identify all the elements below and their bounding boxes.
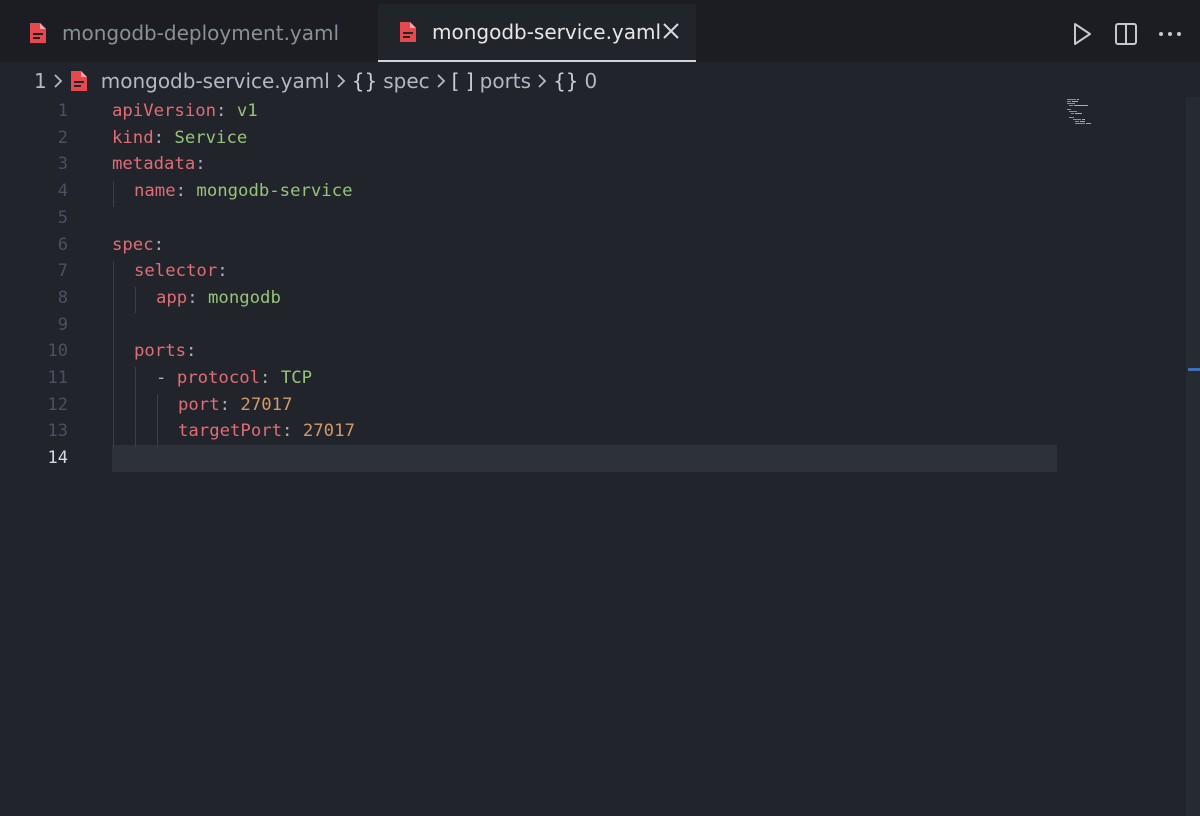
code-line: name: mongodb-service xyxy=(134,181,353,202)
indent-guide xyxy=(135,287,136,313)
breadcrumb-ports[interactable]: [ ] ports xyxy=(452,69,531,93)
indent-guide xyxy=(157,394,158,447)
breadcrumb-file-label: mongodb-service.yaml xyxy=(100,69,330,93)
code-line: port: 27017 xyxy=(178,394,293,415)
current-line-highlight xyxy=(112,445,1057,472)
line-number: 11 xyxy=(47,368,68,388)
minimap[interactable] xyxy=(1066,98,1106,138)
code-line: targetPort: 27017 xyxy=(178,421,355,442)
yaml-file-icon xyxy=(70,71,87,91)
yaml-file-icon xyxy=(30,23,46,43)
array-symbol-icon: [ ] xyxy=(451,69,474,93)
line-number: 3 xyxy=(57,154,68,175)
line-number-current: 14 xyxy=(47,448,68,469)
more-icon[interactable] xyxy=(1156,20,1184,48)
line-number: 13 xyxy=(47,421,68,442)
code-line: selector: xyxy=(134,261,228,282)
indent-guide xyxy=(113,261,114,447)
breadcrumb: 1 mongodb-service.yaml {} spec [ ] ports… xyxy=(34,66,597,96)
line-number: 2 xyxy=(57,127,68,148)
indent-guide xyxy=(113,181,114,207)
code-line: - protocol: TCP xyxy=(156,368,313,388)
code-line: spec: xyxy=(112,234,165,255)
indent-guide xyxy=(135,367,136,447)
breadcrumb-spec-label: spec xyxy=(383,69,430,93)
chevron-right-icon xyxy=(537,73,547,89)
editor-toolbar xyxy=(1068,18,1200,50)
tab-label: mongodb-deployment.yaml xyxy=(62,21,340,45)
tab-mongodb-deployment[interactable]: mongodb-deployment.yaml xyxy=(8,4,378,62)
play-icon[interactable] xyxy=(1068,20,1096,48)
chevron-right-icon xyxy=(436,73,446,89)
vertical-scrollbar[interactable] xyxy=(1186,97,1200,816)
split-editor-icon[interactable] xyxy=(1112,20,1140,48)
chevron-right-icon xyxy=(336,73,346,89)
code-line: app: mongodb xyxy=(156,287,281,308)
tab-mongodb-service[interactable]: mongodb-service.yaml xyxy=(378,4,696,62)
line-number: 4 xyxy=(57,181,68,202)
code-line: metadata: xyxy=(112,154,206,175)
yaml-file-icon xyxy=(400,22,416,42)
line-number: 8 xyxy=(57,287,68,308)
line-number: 12 xyxy=(47,394,68,415)
object-symbol-icon: {} xyxy=(553,69,579,93)
line-number: 6 xyxy=(57,234,68,255)
code-editor[interactable]: 1 2 3 4 5 6 7 8 9 10 11 12 13 14 apiVers… xyxy=(0,97,1200,816)
breadcrumb-root[interactable]: 1 xyxy=(34,69,47,93)
line-number: 1 xyxy=(57,101,68,121)
scrollbar-cursor-marker xyxy=(1188,368,1200,371)
chevron-right-icon xyxy=(53,73,63,89)
tab-bar: mongodb-deployment.yaml mongodb-service.… xyxy=(0,0,1200,62)
breadcrumb-file[interactable]: mongodb-service.yaml xyxy=(69,69,330,93)
close-icon[interactable] xyxy=(660,20,682,42)
breadcrumb-ports-label: ports xyxy=(479,69,532,93)
object-symbol-icon: {} xyxy=(351,69,378,93)
line-number: 7 xyxy=(57,261,68,282)
breadcrumb-item[interactable]: {} 0 xyxy=(553,69,597,93)
tab-label: mongodb-service.yaml xyxy=(432,20,662,44)
breadcrumb-item-label: 0 xyxy=(584,69,598,93)
line-number: 10 xyxy=(47,341,68,362)
code-line: kind: Service xyxy=(112,127,248,148)
breadcrumb-spec[interactable]: {} spec xyxy=(352,69,430,93)
code-line: ports: xyxy=(134,341,197,362)
line-number: 5 xyxy=(57,207,68,228)
line-number: 9 xyxy=(57,314,68,335)
code-line: apiVersion: v1 xyxy=(112,101,258,121)
